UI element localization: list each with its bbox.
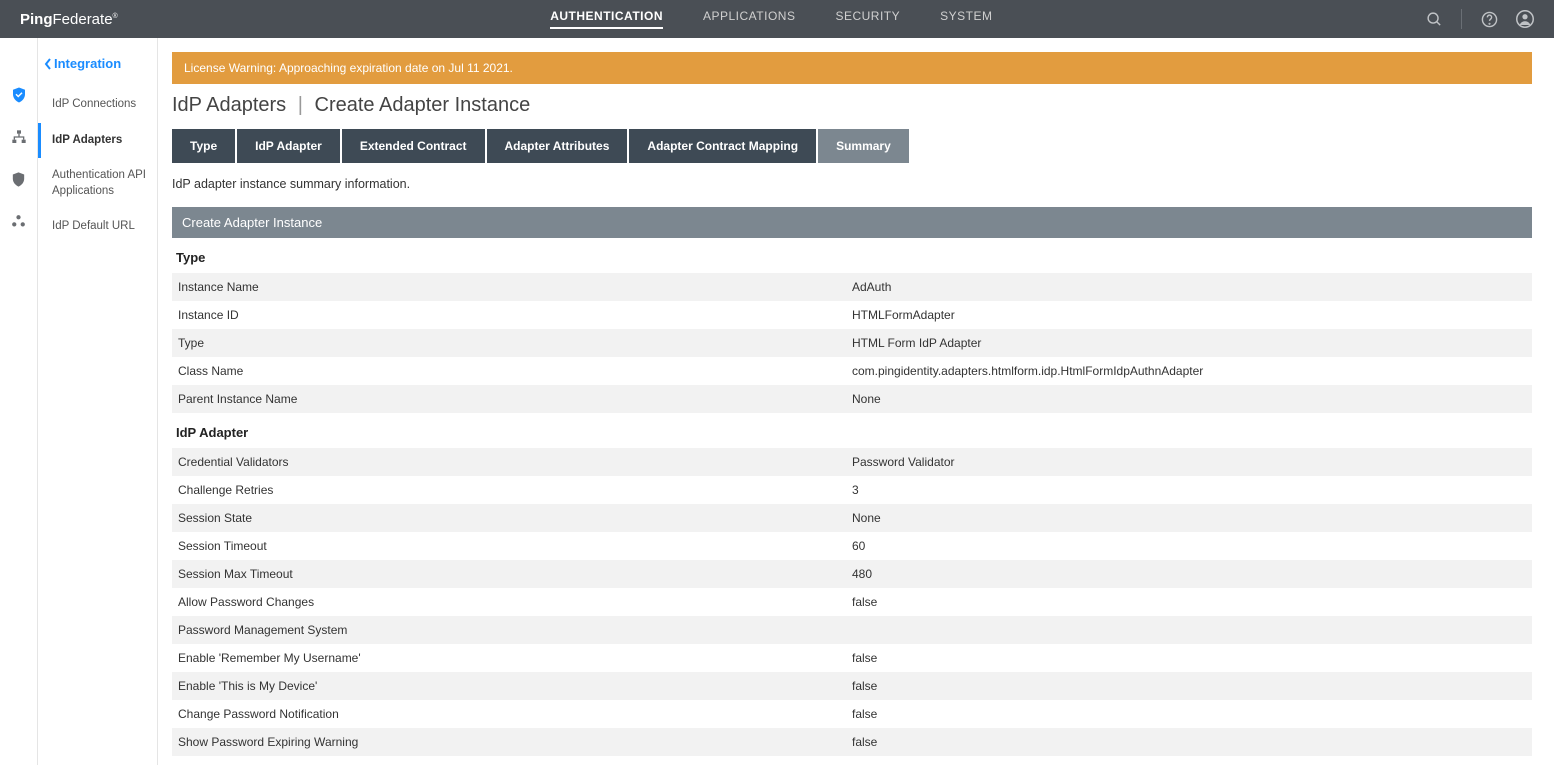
kv-value: false xyxy=(852,707,1526,721)
kv-value: Password Validator xyxy=(852,455,1526,469)
kv-key: Class Name xyxy=(178,364,852,378)
kv-value: HTML Form IdP Adapter xyxy=(852,336,1526,350)
kv-value: 480 xyxy=(852,567,1526,581)
kv-row: Instance IDHTMLFormAdapter xyxy=(172,301,1532,329)
wizard-tab[interactable]: Adapter Contract Mapping xyxy=(629,129,816,163)
wizard-tabs: TypeIdP AdapterExtended ContractAdapter … xyxy=(172,129,1532,163)
icon-rail xyxy=(0,38,38,765)
kv-row: Enable 'This is My Device'false xyxy=(172,672,1532,700)
top-nav-item[interactable]: APPLICATIONS xyxy=(703,9,795,29)
top-nav-item[interactable]: AUTHENTICATION xyxy=(550,9,663,29)
page-title-sep: | xyxy=(298,94,303,116)
section-bar: Create Adapter Instance xyxy=(172,207,1532,238)
kv-key: Credential Validators xyxy=(178,455,852,469)
page-title-right: Create Adapter Instance xyxy=(315,94,531,116)
logo-bold: Ping xyxy=(20,11,53,28)
kv-row: Enable 'Remember My Username'false xyxy=(172,644,1532,672)
sidebar-back-label: Integration xyxy=(54,56,121,71)
layout: Integration IdP ConnectionsIdP AdaptersA… xyxy=(0,38,1554,765)
kv-row: Instance NameAdAuth xyxy=(172,273,1532,301)
page-title: IdP Adapters | Create Adapter Instance xyxy=(172,94,1532,117)
kv-value: None xyxy=(852,511,1526,525)
kv-row: Show Password Expiring Warningfalse xyxy=(172,728,1532,756)
kv-value: false xyxy=(852,595,1526,609)
kv-key: Session Max Timeout xyxy=(178,567,852,581)
kv-row: Challenge Retries3 xyxy=(172,476,1532,504)
wizard-tab[interactable]: Extended Contract xyxy=(342,129,485,163)
kv-key: Change Password Notification xyxy=(178,707,852,721)
kv-row: Password Management System xyxy=(172,616,1532,644)
kv-row: Session Timeout60 xyxy=(172,532,1532,560)
page-title-left: IdP Adapters xyxy=(172,94,286,116)
wizard-tab[interactable]: Summary xyxy=(818,129,909,163)
kv-row: Change Password Notificationfalse xyxy=(172,700,1532,728)
license-warning-banner: License Warning: Approaching expiration … xyxy=(172,52,1532,84)
kv-value: false xyxy=(852,651,1526,665)
wizard-tab[interactable]: Adapter Attributes xyxy=(487,129,628,163)
kv-row: Session Max Timeout480 xyxy=(172,560,1532,588)
kv-value: 3 xyxy=(852,483,1526,497)
shield-icon[interactable] xyxy=(10,170,28,188)
top-nav-item[interactable]: SECURITY xyxy=(835,9,900,29)
kv-key: Parent Instance Name xyxy=(178,392,852,406)
kv-list: Credential ValidatorsPassword ValidatorC… xyxy=(172,448,1532,765)
user-icon[interactable] xyxy=(1516,10,1534,28)
group-header: IdP Adapter xyxy=(172,413,1532,448)
sidebar-item[interactable]: Authentication API Applications xyxy=(38,158,157,209)
top-icons xyxy=(1425,9,1534,29)
kv-key: Allow Password Changes xyxy=(178,595,852,609)
top-bar: PingFederate® AUTHENTICATION APPLICATIONS… xyxy=(0,0,1554,38)
group-header: Type xyxy=(172,238,1532,273)
kv-row: Class Namecom.pingidentity.adapters.html… xyxy=(172,357,1532,385)
search-icon[interactable] xyxy=(1425,10,1443,28)
kv-key: Enable 'This is My Device' xyxy=(178,679,852,693)
kv-key: Show Password Expiring Warning xyxy=(178,735,852,749)
kv-value xyxy=(852,623,1526,637)
kv-value: false xyxy=(852,679,1526,693)
kv-key: Challenge Retries xyxy=(178,483,852,497)
sidebar-item[interactable]: IdP Adapters xyxy=(38,123,157,159)
logo-light: Federate xyxy=(53,11,113,28)
kv-value: HTMLFormAdapter xyxy=(852,308,1526,322)
kv-value: false xyxy=(852,735,1526,749)
cluster-icon[interactable] xyxy=(10,212,28,230)
kv-key: Session State xyxy=(178,511,852,525)
wizard-tab[interactable]: Type xyxy=(172,129,235,163)
sidebar-item[interactable]: IdP Default URL xyxy=(38,209,157,245)
kv-row: Password Reset TypeNone xyxy=(172,756,1532,765)
kv-key: Instance Name xyxy=(178,280,852,294)
kv-key: Enable 'Remember My Username' xyxy=(178,651,852,665)
shield-check-icon[interactable] xyxy=(10,86,28,104)
kv-value: 60 xyxy=(852,539,1526,553)
logo-reg: ® xyxy=(113,13,118,20)
kv-row: Allow Password Changesfalse xyxy=(172,588,1532,616)
page-description: IdP adapter instance summary information… xyxy=(172,177,1532,191)
sitemap-icon[interactable] xyxy=(10,128,28,146)
sidebar-back[interactable]: Integration xyxy=(38,52,157,87)
content: License Warning: Approaching expiration … xyxy=(158,38,1554,765)
help-icon[interactable] xyxy=(1480,10,1498,28)
logo: PingFederate® xyxy=(20,11,118,28)
kv-value: com.pingidentity.adapters.htmlform.idp.H… xyxy=(852,364,1526,378)
kv-row: Credential ValidatorsPassword Validator xyxy=(172,448,1532,476)
kv-key: Type xyxy=(178,336,852,350)
kv-row: TypeHTML Form IdP Adapter xyxy=(172,329,1532,357)
top-nav: AUTHENTICATION APPLICATIONS SECURITY SYSTEM xyxy=(550,9,992,29)
chevron-left-icon xyxy=(44,58,52,70)
kv-value: AdAuth xyxy=(852,280,1526,294)
sidebar-item[interactable]: IdP Connections xyxy=(38,87,157,123)
kv-value: None xyxy=(852,392,1526,406)
icon-divider xyxy=(1461,9,1462,29)
kv-row: Session StateNone xyxy=(172,504,1532,532)
kv-key: Instance ID xyxy=(178,308,852,322)
top-nav-item[interactable]: SYSTEM xyxy=(940,9,992,29)
wizard-tab[interactable]: IdP Adapter xyxy=(237,129,340,163)
kv-row: Parent Instance NameNone xyxy=(172,385,1532,413)
kv-key: Password Management System xyxy=(178,623,852,637)
kv-list: Instance NameAdAuthInstance IDHTMLFormAd… xyxy=(172,273,1532,413)
sidebar: Integration IdP ConnectionsIdP AdaptersA… xyxy=(38,38,158,765)
kv-key: Session Timeout xyxy=(178,539,852,553)
